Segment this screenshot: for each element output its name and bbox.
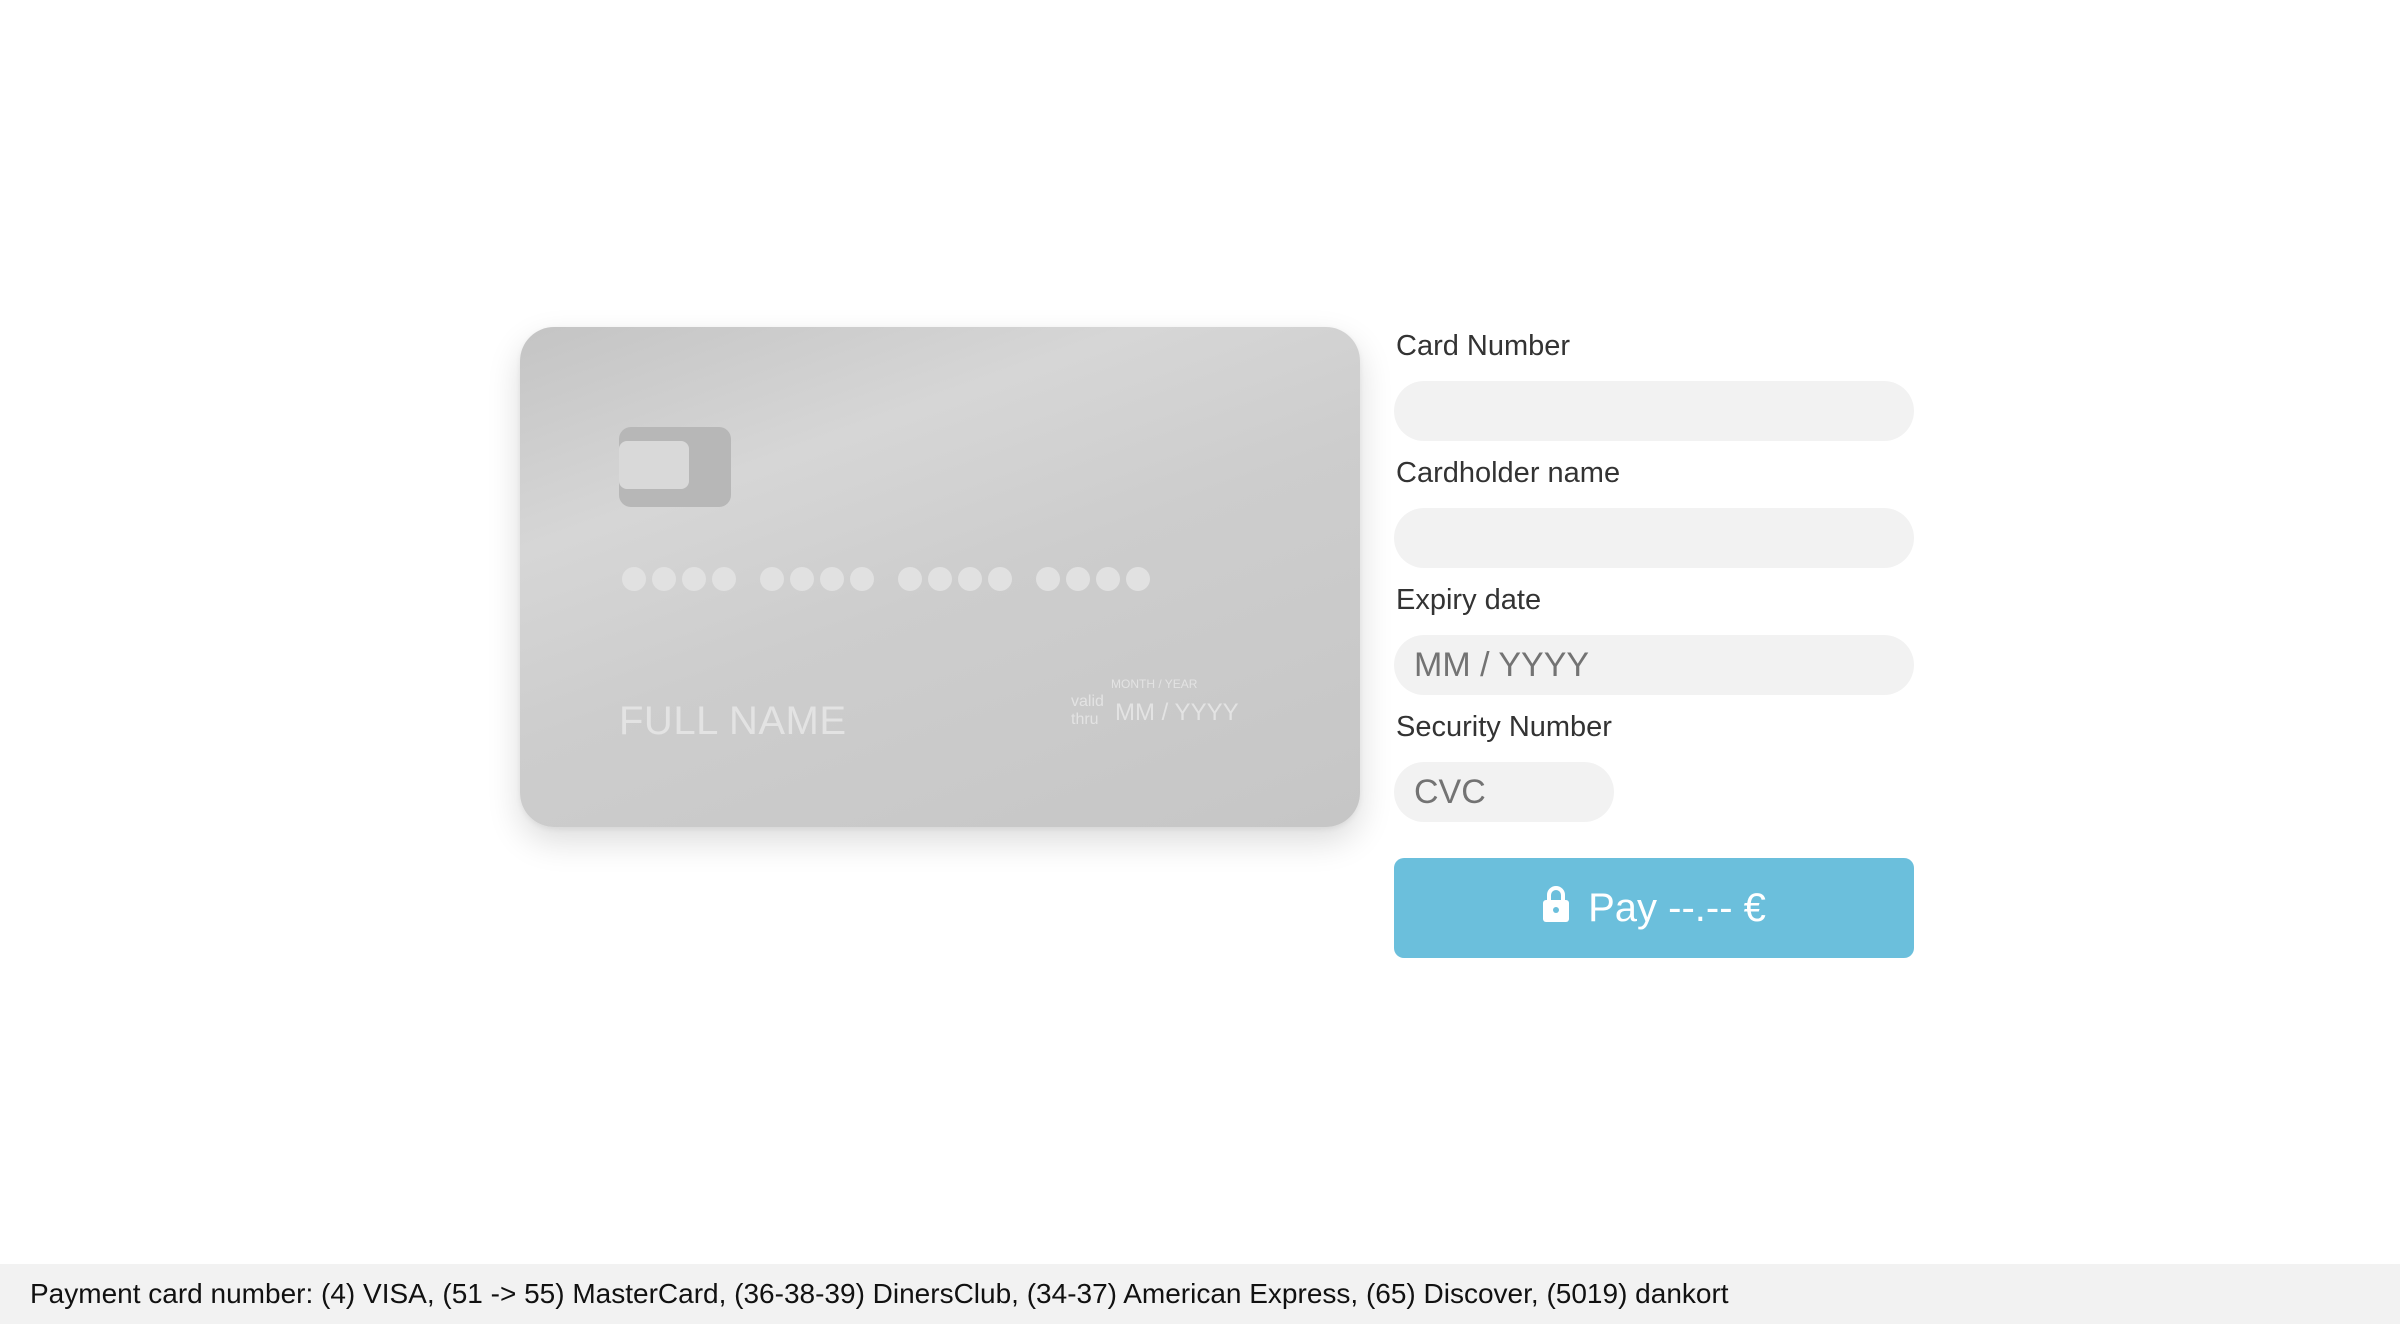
card-number-info-bar: Payment card number: (4) VISA, (51 -> 55… <box>0 1264 2400 1324</box>
card-number-dot <box>1036 567 1060 591</box>
valid-thru-label: valid thru <box>1071 693 1104 728</box>
card-preview: FULL NAME MONTH / YEAR valid thru MM / Y… <box>520 327 1360 827</box>
card-number-dot <box>760 567 784 591</box>
card-number-dot <box>790 567 814 591</box>
card-number-group <box>1036 567 1150 591</box>
card-number-dot <box>712 567 736 591</box>
expiry-date-label: Expiry date <box>1396 584 1542 616</box>
pay-button[interactable]: Pay --.-- € <box>1394 858 1914 958</box>
card-number-group <box>760 567 874 591</box>
card-chip-icon <box>619 427 731 507</box>
card-number-group <box>622 567 736 591</box>
card-number-dot <box>652 567 676 591</box>
payment-page: FULL NAME MONTH / YEAR valid thru MM / Y… <box>0 0 2400 1324</box>
card-number-dot <box>622 567 646 591</box>
card-expiry-display: MM / YYYY <box>1115 699 1239 726</box>
card-number-dot <box>1096 567 1120 591</box>
cardholder-name-input[interactable] <box>1394 508 1914 568</box>
card-number-dot <box>850 567 874 591</box>
lock-icon <box>1542 885 1570 923</box>
cardholder-name-label: Cardholder name <box>1396 457 1621 489</box>
security-number-input[interactable] <box>1394 762 1614 822</box>
card-number-dot <box>682 567 706 591</box>
month-year-label: MONTH / YEAR <box>1111 677 1198 691</box>
card-number-group <box>898 567 1012 591</box>
card-chip-contact <box>619 441 689 489</box>
card-number-input[interactable] <box>1394 381 1914 441</box>
card-number-dot <box>928 567 952 591</box>
pay-button-label: Pay --.-- € <box>1588 885 1766 930</box>
card-number-dot <box>898 567 922 591</box>
card-number-dot <box>958 567 982 591</box>
card-number-dot <box>988 567 1012 591</box>
card-number-info-text: Payment card number: (4) VISA, (51 -> 55… <box>30 1278 1729 1309</box>
expiry-date-input[interactable] <box>1394 635 1914 695</box>
card-number-dot <box>1066 567 1090 591</box>
card-number-dot <box>820 567 844 591</box>
card-number-dot <box>1126 567 1150 591</box>
card-holder-name-display: FULL NAME <box>619 699 847 743</box>
card-number-display <box>622 567 1150 591</box>
security-number-label: Security Number <box>1396 711 1612 743</box>
card-number-label: Card Number <box>1396 330 1571 362</box>
